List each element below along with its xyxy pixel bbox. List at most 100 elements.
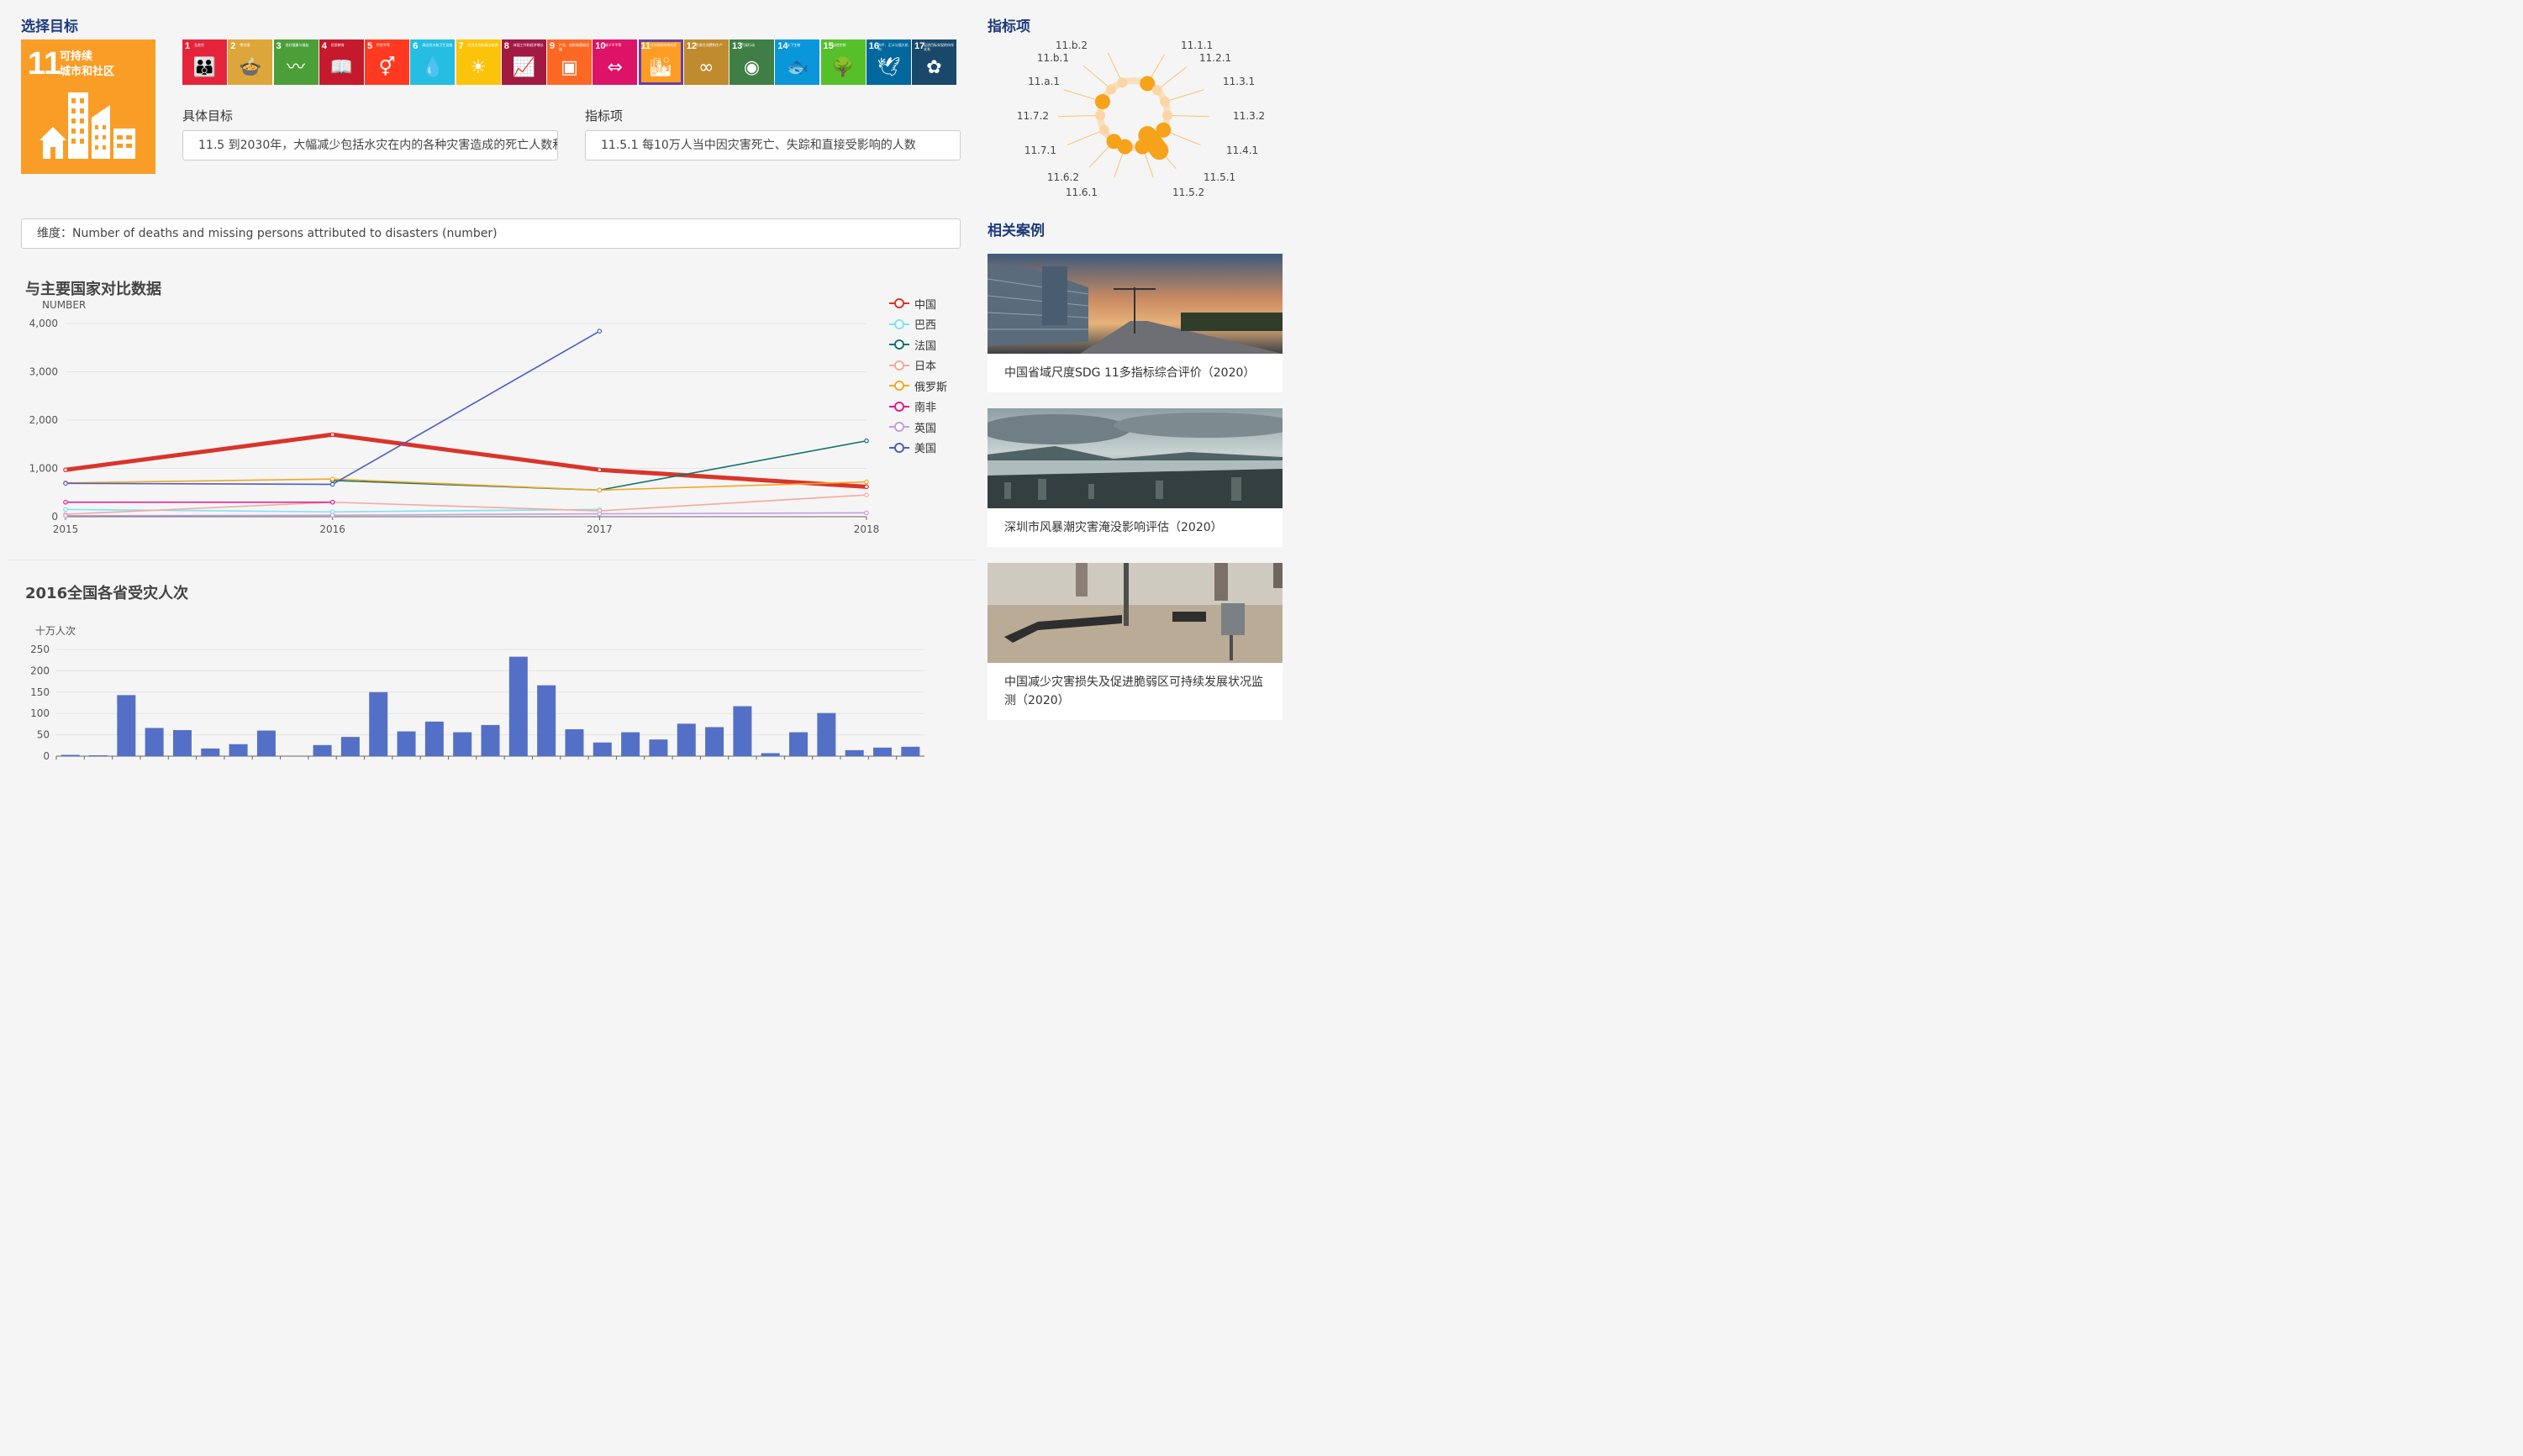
case-card-3[interactable]: 中国减少灾害损失及促进脆弱区可持续发展状况监测（2020）	[988, 563, 1283, 720]
sdg-goal-tile-5[interactable]: 5 性别平等 ⚥	[365, 39, 409, 85]
y-tick-label: 150	[30, 686, 50, 698]
sdg-goal-tile-17[interactable]: 17 促进目标实现的伙伴关系 ✿	[912, 39, 956, 85]
legend-label: 美国	[914, 443, 937, 456]
goal-number: 11	[640, 41, 651, 51]
bar	[621, 732, 640, 756]
radial-label[interactable]: 11.7.2	[1017, 110, 1049, 122]
radial-label[interactable]: 11.3.1	[1223, 76, 1255, 87]
radial-label[interactable]: 11.4.1	[1226, 145, 1258, 156]
goal-icon: ☀	[470, 57, 487, 78]
legend-item[interactable]: 巴西	[889, 314, 947, 335]
radial-label[interactable]: 11.3.2	[1233, 110, 1265, 122]
sdg-goal-tile-14[interactable]: 14 水下生物 🐟	[775, 39, 820, 85]
case-card-2[interactable]: 深圳市风暴潮灾害淹没影响评估（2020）	[988, 408, 1283, 547]
goal-label: 和平、正义与强大机构	[877, 43, 909, 51]
goal-label: 减少不平等	[604, 43, 622, 47]
goal-number: 1	[185, 41, 191, 51]
radial-label[interactable]: 11.b.2	[1056, 39, 1088, 51]
data-point	[864, 484, 869, 490]
line-chart-legend: 中国 巴西 法国日本俄罗斯 南非 英国美国	[889, 293, 947, 458]
sdg-goal-tile-1[interactable]: 1 无贫穷 👪	[182, 39, 227, 85]
sdg-goal-tile-8[interactable]: 8 体面工作和经济增长 📈	[501, 39, 546, 85]
sdg-goal-tile-3[interactable]: 3 良好健康与福祉〰	[273, 39, 319, 85]
goal-label: 性别平等	[377, 43, 390, 47]
sdg-goal-tile-11[interactable]: 11 可持续城市和社区 🏙	[638, 39, 683, 85]
goal-number: 9	[550, 41, 556, 51]
legend-item[interactable]: 中国	[889, 293, 947, 314]
bar	[117, 695, 136, 756]
legend-item[interactable]: 南非	[889, 397, 947, 418]
sdg-goal-tile-16[interactable]: 16 和平、正义与强大机构 🕊	[866, 39, 911, 85]
bar	[145, 728, 164, 756]
sdg-goal-tile-7[interactable]: 7 经济适用的清洁能源 ☀	[456, 39, 501, 85]
radial-label[interactable]: 11.6.1	[1066, 187, 1098, 198]
sdg-goal-tile-10[interactable]: 10 减少不平等 ⇔	[593, 39, 638, 85]
sdg-goal-tile-9[interactable]: 9 产业、创新和基础设施 ▣	[547, 39, 592, 85]
legend-marker	[889, 360, 909, 371]
goal-icon: 👪	[192, 57, 217, 78]
bar	[424, 721, 444, 756]
sdg-goal-tile-13[interactable]: 13 气候行动 ◉	[730, 39, 774, 85]
dimension-select[interactable]: 维度：Number of deaths and missing persons …	[21, 218, 961, 249]
y-tick-label: 4,000	[29, 318, 58, 329]
case-image-highway	[988, 254, 1283, 354]
radial-label[interactable]: 11.a.1	[1028, 76, 1060, 87]
sdg-goal-tile-2[interactable]: 2 零饥饿 🍲	[228, 39, 273, 85]
selected-goal-card: 11 可持续 城市和社区	[21, 39, 155, 174]
sdg-goal-tile-6[interactable]: 6 清洁饮水和卫生设施 💧	[410, 39, 456, 85]
goal-label: 产业、创新和基础设施	[559, 43, 589, 51]
selected-goal-name-line1: 可持续	[60, 50, 93, 63]
goal-label: 促进目标实现的伙伴关系	[924, 43, 954, 51]
goal-number: 4	[321, 41, 327, 51]
radial-label[interactable]: 11.2.1	[1199, 52, 1231, 64]
sdg-goal-tile-15[interactable]: 15 陆地生物 🌳	[820, 39, 866, 85]
sdg-goal-tile-12[interactable]: 12 负责任消费和生产 ∞	[683, 39, 729, 85]
target-select[interactable]: 11.5 到2030年，大幅减少包括水灾在内的各种灾害造成的死亡人数和受灾人数	[182, 130, 558, 160]
radial-node	[1094, 94, 1110, 110]
bar	[817, 712, 836, 756]
indicator-title-right: 指标项	[988, 18, 1030, 35]
radial-node	[1106, 84, 1117, 95]
bar	[508, 656, 528, 756]
y-tick-label: 50	[37, 729, 50, 741]
data-point	[864, 492, 869, 497]
radial-spoke	[1067, 129, 1104, 146]
radial-label[interactable]: 11.7.1	[1024, 145, 1056, 156]
legend-label: 日本	[914, 360, 937, 374]
data-point	[329, 512, 335, 518]
goal-number: 8	[503, 41, 509, 51]
legend-marker	[889, 381, 909, 392]
legend-item[interactable]: 法国	[889, 334, 947, 355]
indicator-select[interactable]: 11.5.1 每10万人当中因灾害死亡、失踪和直接受影响的人数	[585, 130, 961, 160]
radial-label[interactable]: 11.6.2	[1047, 171, 1079, 183]
radial-spoke	[1082, 65, 1112, 90]
legend-item[interactable]: 俄罗斯	[889, 376, 947, 397]
case-card-1[interactable]: 中国省域尺度SDG 11多指标综合评价（2020）	[988, 254, 1283, 392]
legend-marker	[889, 318, 909, 329]
indicator-label: 指标项	[585, 108, 624, 124]
legend-item[interactable]: 美国	[889, 438, 947, 459]
legend-marker	[889, 442, 909, 453]
goal-label: 气候行动	[741, 43, 755, 47]
goal-label: 水下生物	[787, 43, 801, 47]
data-point	[63, 481, 68, 486]
case-image-coastal-city	[988, 408, 1283, 508]
radial-node	[1106, 134, 1122, 150]
goal-number: 5	[367, 41, 373, 51]
legend-item[interactable]: 日本	[889, 355, 947, 376]
bar	[873, 747, 893, 756]
selected-goal-name: 可持续 城市和社区	[60, 50, 114, 80]
radial-label[interactable]: 11.1.1	[1181, 39, 1213, 51]
data-point	[864, 479, 869, 485]
goal-number: 3	[276, 41, 282, 51]
radial-label[interactable]: 11.5.2	[1172, 187, 1204, 198]
radial-label[interactable]: 11.b.1	[1037, 52, 1069, 64]
radial-node	[1098, 124, 1109, 135]
series-line-日本	[65, 494, 867, 515]
sdg-goal-tile-4[interactable]: 4 优质教育 📖	[319, 39, 364, 85]
series-line-英国	[65, 512, 867, 517]
radial-label[interactable]: 11.5.1	[1204, 171, 1235, 183]
legend-item[interactable]: 英国	[889, 417, 947, 438]
data-point	[63, 507, 68, 512]
goal-label: 良好健康与福祉	[285, 43, 309, 47]
